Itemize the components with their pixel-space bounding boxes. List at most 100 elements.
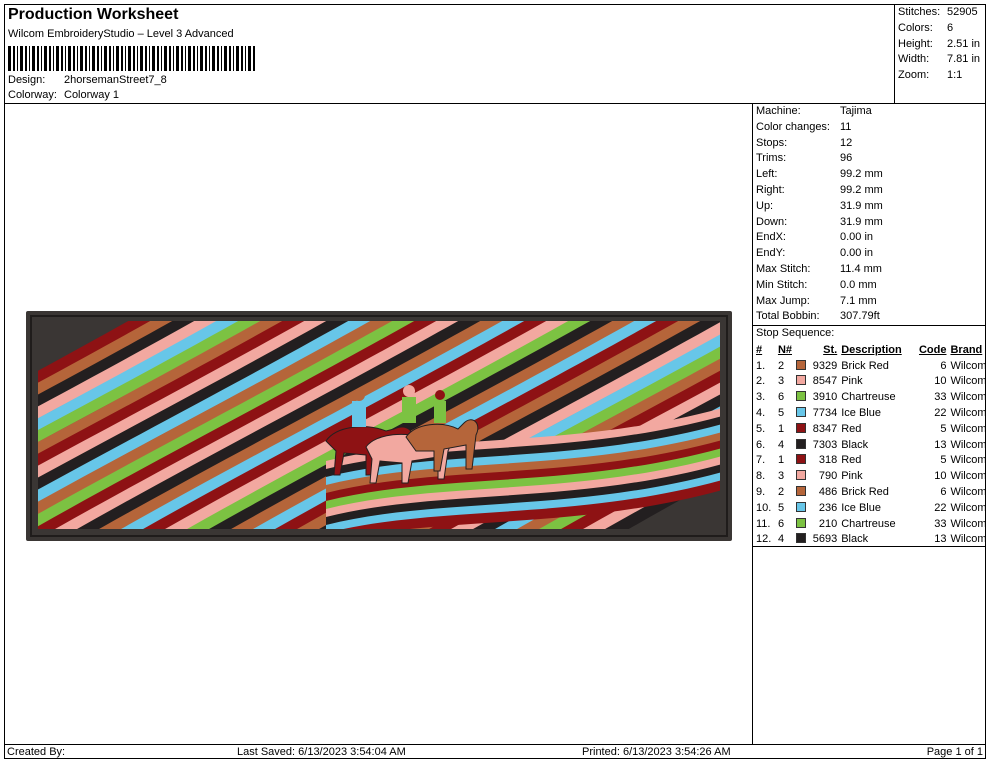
row-index: 8.	[756, 470, 766, 483]
table-row: 11. 6 210 Chartreuse 33 Wilcom	[754, 516, 990, 532]
table-row: 10. 5 236 Ice Blue 22 Wilcom	[754, 500, 990, 516]
page-number: Page 1 of 1	[926, 746, 983, 758]
needle-number: 2	[777, 359, 785, 372]
table-row: 6. 4 7303 Black 13 Wilcom	[754, 437, 990, 453]
summary-label: Colors:	[898, 21, 933, 34]
barcode-bar	[209, 46, 210, 71]
thread-code: 5	[940, 454, 947, 467]
barcode-bar	[253, 46, 255, 71]
color-swatch-cell	[796, 389, 809, 405]
row-index: 12.	[756, 533, 772, 546]
thread-code: 10	[934, 470, 947, 483]
machine-label: Total Bobbin:	[756, 310, 820, 323]
thread-description: Chartreuse	[841, 517, 896, 530]
color-swatch	[796, 517, 807, 528]
barcode-bar	[169, 46, 171, 71]
needle-number: 6	[777, 391, 785, 404]
machine-label: Trims:	[756, 152, 787, 165]
summary-value: 6	[947, 21, 954, 34]
stop-sequence-title: Stop Sequence:	[756, 327, 835, 339]
barcode	[8, 46, 255, 71]
stitch-count: 7303	[812, 438, 838, 451]
design-summary: Stitches: 52905 Colors: 6 Height: 2.51 in Widt…	[895, 4, 986, 104]
machine-row: Left: 99.2 mm	[756, 168, 883, 180]
software-name: Wilcom EmbroideryStudio – Level 3 Advanc…	[8, 28, 234, 40]
worksheet-footer: Created By: Last Saved: 6/13/2023 3:54:0…	[4, 744, 986, 759]
thread-description: Black	[841, 438, 869, 451]
divider	[753, 546, 986, 547]
thread-brand: Wilcom	[950, 391, 987, 404]
barcode-bar	[121, 46, 123, 71]
barcode-bar	[145, 46, 147, 71]
colorway-row: Colorway: Colorway 1	[8, 89, 119, 101]
machine-row: Stops: 12	[756, 137, 852, 149]
summary-value: 2.51 in	[947, 37, 981, 50]
row-index: 10.	[756, 501, 772, 514]
barcode-bar	[8, 46, 11, 71]
design-preview	[4, 104, 753, 744]
stitch-count: 790	[818, 470, 838, 483]
color-swatch-cell	[796, 405, 809, 421]
summary-label: Stitches:	[898, 6, 941, 18]
barcode-bar	[68, 46, 71, 71]
summary-label: Width:	[898, 53, 930, 66]
barcode-bar	[61, 46, 63, 71]
stitch-count: 486	[818, 486, 838, 499]
needle-number: 1	[777, 422, 785, 435]
barcode-bar	[29, 46, 30, 71]
table-row: 4. 5 7734 Ice Blue 22 Wilcom	[754, 405, 990, 421]
barcode-bar	[245, 46, 246, 71]
stitch-count: 236	[818, 501, 838, 514]
color-swatch	[796, 454, 807, 465]
machine-row: EndX: 0.00 in	[756, 231, 873, 243]
barcode-bar	[80, 46, 83, 71]
color-swatch	[796, 533, 807, 544]
barcode-bar	[229, 46, 231, 71]
stitch-count: 9329	[812, 359, 838, 372]
thread-description: Red	[841, 454, 862, 467]
barcode-bar	[161, 46, 162, 71]
stitch-count: 5693	[812, 533, 838, 546]
machine-label: Stops:	[756, 136, 788, 149]
machine-value: 11.4 mm	[840, 263, 882, 275]
thread-code: 33	[934, 391, 947, 404]
thread-code: 13	[934, 533, 947, 546]
machine-label: Max Jump:	[756, 294, 810, 307]
needle-number: 2	[777, 486, 785, 499]
machine-row: Max Jump: 7.1 mm	[756, 295, 877, 307]
machine-label: Right:	[756, 184, 785, 196]
thread-description: Chartreuse	[841, 391, 896, 404]
summary-row: Width: 7.81 in	[898, 53, 980, 65]
barcode-bar	[152, 46, 155, 71]
barcode-bar	[197, 46, 198, 71]
needle-number: 6	[777, 517, 785, 530]
barcode-bar	[116, 46, 119, 71]
barcode-bar	[173, 46, 174, 71]
thread-code: 22	[934, 407, 947, 420]
design-label: Design:	[8, 74, 46, 86]
color-swatch	[796, 438, 807, 449]
stop-sequence-table: # N# St. Description Code Brand 1. 2 9329 B…	[754, 342, 990, 547]
barcode-bar	[77, 46, 78, 71]
summary-row: Stitches: 52905	[898, 6, 978, 18]
machine-value: Tajima	[840, 105, 872, 117]
color-swatch	[796, 486, 807, 497]
barcode-bar	[37, 46, 39, 71]
barcode-bar	[85, 46, 87, 71]
thread-brand: Wilcom	[950, 486, 987, 499]
thread-description: Brick Red	[841, 359, 889, 372]
needle-number: 4	[777, 438, 785, 451]
summary-value: 1:1	[947, 69, 963, 82]
table-row: 9. 2 486 Brick Red 6 Wilcom	[754, 484, 990, 500]
barcode-bar	[44, 46, 47, 71]
barcode-bar	[212, 46, 215, 71]
barcode-bar	[221, 46, 222, 71]
machine-value: 11	[840, 120, 852, 133]
page-title: Production Worksheet	[8, 6, 179, 23]
colorway-label: Colorway:	[8, 89, 57, 101]
barcode-bar	[193, 46, 195, 71]
machine-value: 99.2 mm	[840, 168, 883, 181]
color-swatch	[796, 407, 807, 418]
machine-value: 307.79ft	[840, 310, 880, 323]
barcode-bar	[181, 46, 183, 71]
